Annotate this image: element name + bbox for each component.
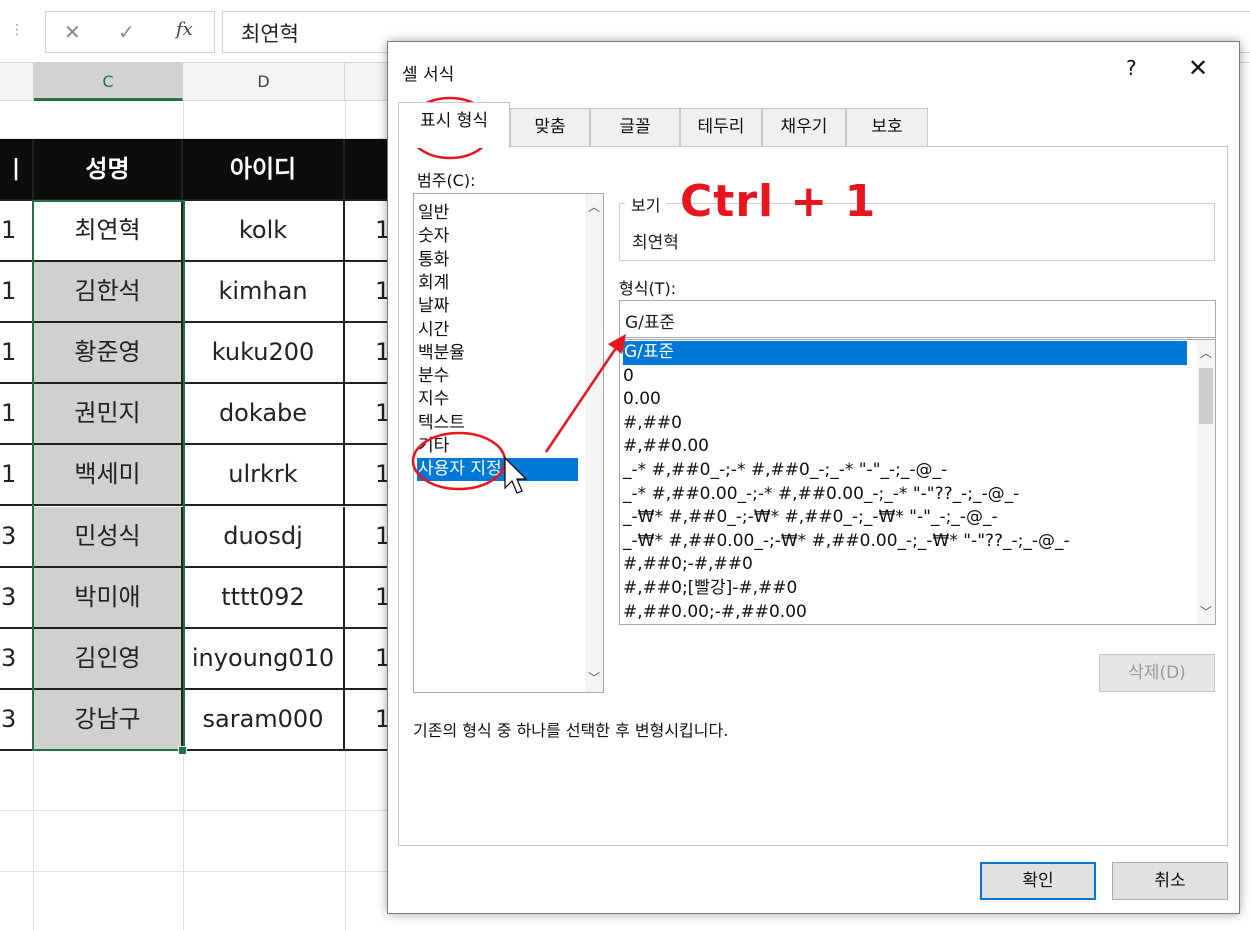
- preview-label: 보기: [625, 192, 667, 216]
- tab-number-format[interactable]: 표시 형식: [398, 102, 510, 148]
- annotation-overlay: [406, 96, 626, 494]
- arrow-head: [608, 334, 626, 354]
- mouse-cursor-icon: [504, 456, 528, 494]
- annotation-arrow: [544, 344, 620, 453]
- category-highlight-circle: [411, 431, 507, 491]
